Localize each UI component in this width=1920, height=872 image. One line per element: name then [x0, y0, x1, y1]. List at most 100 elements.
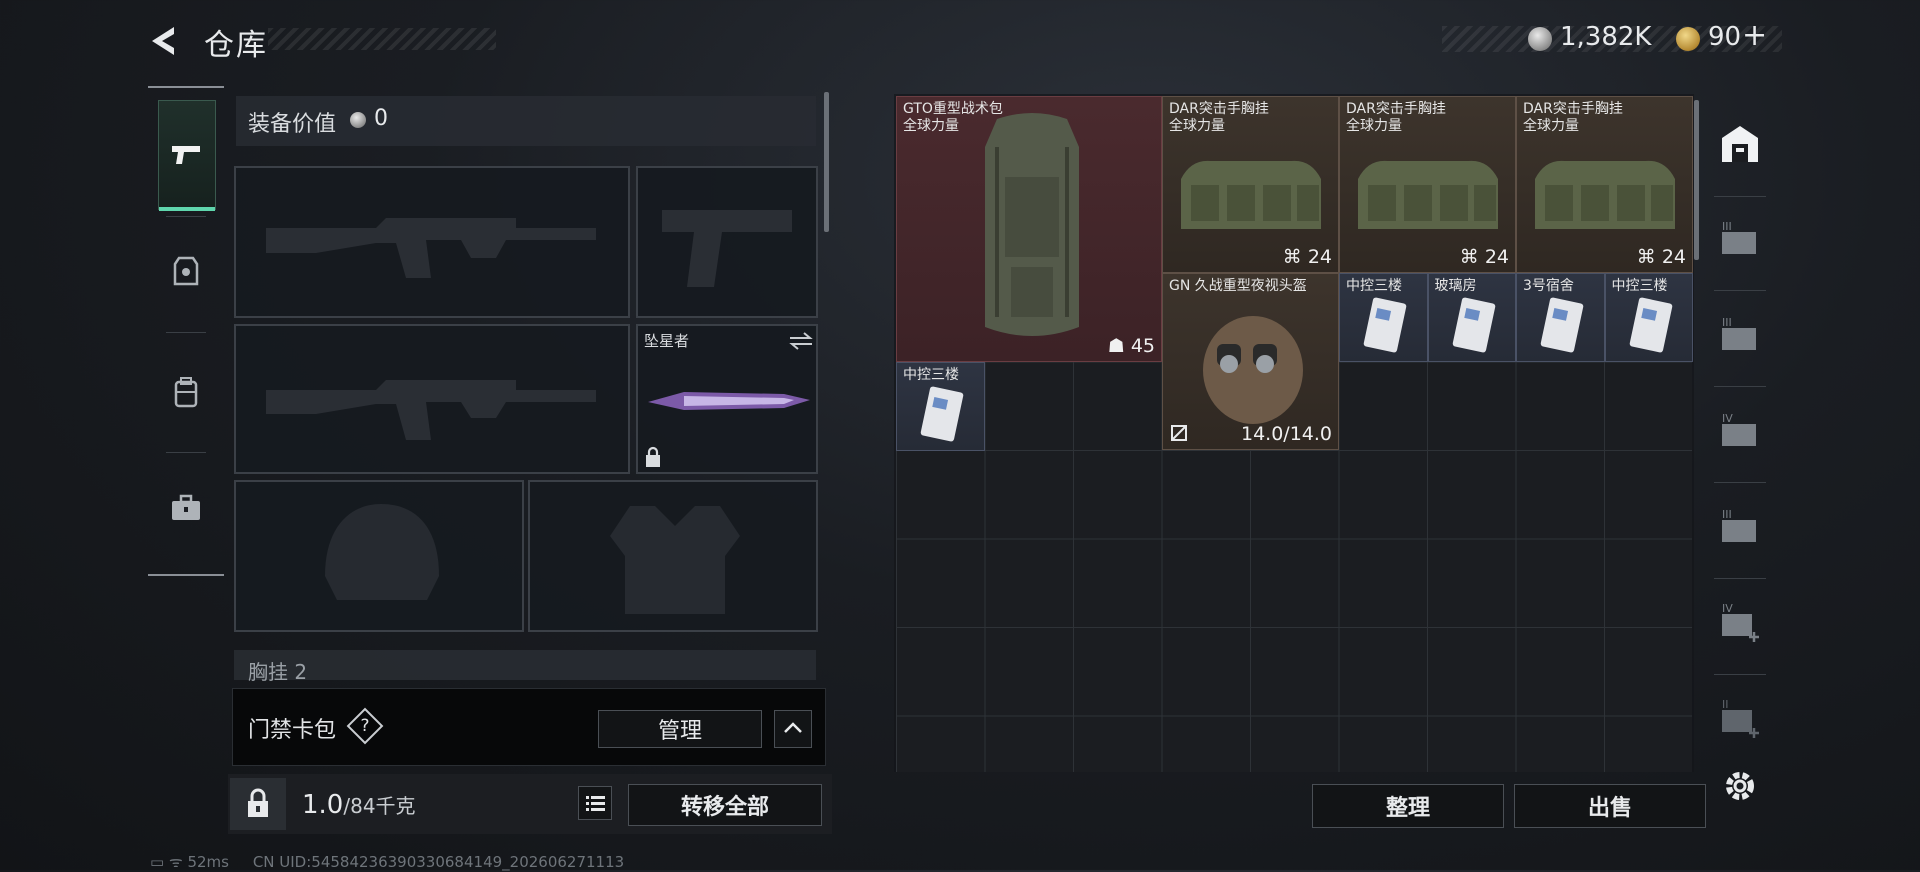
stash-tab-4-icon[interactable]: IV: [1716, 406, 1764, 454]
manage-button[interactable]: 管理: [598, 710, 762, 748]
item-capacity: ⌘ 24: [1636, 246, 1686, 268]
stash-item-keycard[interactable]: 中控三楼: [1604, 273, 1693, 362]
uid-readout: CN UID:545842363903306841​49_20260627111…: [252, 853, 625, 871]
melee-slot[interactable]: 坠星者: [636, 324, 818, 474]
ping-readout: 52ms: [187, 853, 229, 871]
transfer-all-button[interactable]: 转移全部: [628, 784, 822, 826]
backpack-icon: [985, 113, 1079, 336]
chest-rig-icon: [1181, 160, 1321, 229]
equipment-value-label: 装备价值: [248, 112, 337, 137]
tab-weapons[interactable]: [158, 100, 216, 211]
helmet-slot[interactable]: [234, 480, 524, 632]
svg-text:IV: IV: [1722, 412, 1733, 425]
stash-item-helmet[interactable]: GN 久战重型夜视头盔 14.0/14.0: [1162, 273, 1339, 450]
svg-text:II: II: [1722, 698, 1729, 711]
settings-button[interactable]: [1716, 762, 1764, 810]
expansion-case-icon: IV: [1722, 412, 1756, 446]
add-stash-4-icon[interactable]: IV: [1716, 598, 1764, 646]
pistol-icon: [662, 210, 792, 287]
body-armor-icon: [610, 506, 740, 614]
tab-armor[interactable]: [158, 218, 214, 326]
back-icon[interactable]: [148, 24, 182, 58]
page-title: 仓库: [204, 28, 268, 63]
stash-item-keycard[interactable]: 玻璃房: [1427, 273, 1516, 362]
stash-item-keycard[interactable]: 3号宿舍: [1516, 273, 1605, 362]
chest-rig-section[interactable]: [234, 650, 816, 680]
list-icon: [586, 796, 605, 811]
keycard-icon: [1629, 297, 1672, 353]
status-bar: ▭ ᯤ 52ms CN UID:545842363903306841​49_20…: [150, 852, 624, 872]
help-glyph: ?: [360, 716, 370, 736]
primary-weapon-slot[interactable]: [234, 166, 630, 318]
item-name: 3号宿舍: [1523, 278, 1574, 294]
keycard-icon: [920, 386, 964, 442]
title-decoration: [268, 28, 496, 50]
weight-max: /84千克: [343, 794, 416, 818]
tab-case[interactable]: [158, 454, 214, 562]
secondary-weapon-slot[interactable]: [234, 324, 630, 474]
item-durability: 14.0/14.0: [1240, 423, 1332, 445]
pistol-slot[interactable]: [636, 166, 818, 318]
assault-rifle-icon: [266, 380, 596, 440]
stash-item-backpack[interactable]: GTO重型战术包 全球力量 ☗ 45: [896, 96, 1162, 362]
weight-readout: 1.0/84千克: [302, 790, 416, 820]
armor-vest-icon: [173, 256, 199, 286]
item-capacity: ☗ 45: [1107, 335, 1155, 357]
item-capacity: ⌘ 24: [1282, 246, 1332, 268]
keycard-icon: [1363, 297, 1407, 353]
capacity-icon: ⌘: [1636, 246, 1656, 268]
silver-coin-icon: [350, 112, 366, 128]
stash-grid[interactable]: GTO重型战术包 全球力量 ☗ 45 DAR突击手胸挂 全球力量 ⌘ 24 DAR突…: [896, 96, 1693, 772]
stash-tab-3-icon[interactable]: III: [1716, 214, 1764, 262]
backpack-icon: [174, 377, 198, 408]
keycard-icon: [1452, 297, 1495, 353]
silver-amount: 1,382K: [1560, 22, 1652, 52]
stash-tab-3c-icon[interactable]: III: [1716, 502, 1764, 550]
expansion-case-icon: III: [1722, 316, 1756, 350]
stash-item-chest-rig[interactable]: DAR突击手胸挂 全球力量 ⌘ 24: [1162, 96, 1339, 273]
item-capacity: ⌘ 24: [1459, 246, 1509, 268]
item-name: DAR突击手胸挂 全球力量: [1169, 101, 1269, 134]
chest-rig-label: 胸挂 2: [248, 660, 308, 684]
body-armor-slot[interactable]: [528, 480, 818, 632]
item-name: 中控三楼: [903, 367, 959, 383]
capacity-icon: ☗: [1107, 335, 1125, 357]
expansion-case-icon: III: [1722, 220, 1756, 254]
battery-icon: ▭: [150, 853, 165, 871]
svg-text:III: III: [1722, 316, 1732, 329]
add-stash-2-icon[interactable]: II: [1716, 694, 1764, 742]
stash-item-chest-rig[interactable]: DAR突击手胸挂 全球力量 ⌘ 24: [1339, 96, 1516, 273]
stash-item-keycard[interactable]: 中控三楼: [896, 362, 985, 451]
svg-text:IV: IV: [1722, 602, 1733, 615]
capacity-icon: ⌘: [1282, 246, 1302, 268]
knife-icon: [648, 392, 810, 410]
collapse-button[interactable]: [774, 710, 812, 748]
briefcase-icon: [172, 494, 200, 520]
wifi-icon: ᯤ: [168, 853, 183, 871]
stash-item-chest-rig[interactable]: DAR突击手胸挂 全球力量 ⌘ 24: [1516, 96, 1693, 273]
equipment-scrollbar[interactable]: [824, 92, 829, 232]
lock-icon: [248, 788, 268, 817]
inventory-lock-button[interactable]: [230, 778, 286, 830]
swap-icon[interactable]: [788, 330, 814, 352]
sell-button[interactable]: 出售: [1514, 784, 1706, 828]
item-name: DAR突击手胸挂 全球力量: [1523, 101, 1623, 134]
stash-tab-3b-icon[interactable]: III: [1716, 310, 1764, 358]
stash-item-keycard[interactable]: 中控三楼: [1339, 273, 1428, 362]
lock-icon: [646, 446, 660, 467]
keycard-icon: [1540, 297, 1584, 353]
sort-button[interactable]: 整理: [1312, 784, 1504, 828]
gold-amount: 90: [1708, 22, 1742, 52]
melee-item-name: 坠星者: [644, 332, 690, 350]
tab-backpack[interactable]: [158, 338, 214, 446]
night-vision-helmet-icon: [1203, 316, 1303, 424]
list-view-button[interactable]: [578, 786, 612, 820]
item-name: 玻璃房: [1434, 278, 1477, 294]
item-name: DAR突击手胸挂 全球力量: [1346, 101, 1446, 134]
helmet-icon: [325, 504, 439, 600]
stash-overview-button[interactable]: [1716, 120, 1764, 168]
pistol-icon: [172, 146, 200, 164]
add-currency-button[interactable]: +: [1742, 18, 1767, 53]
stash-scrollbar[interactable]: [1694, 100, 1699, 260]
item-name: 中控三楼: [1346, 278, 1402, 294]
